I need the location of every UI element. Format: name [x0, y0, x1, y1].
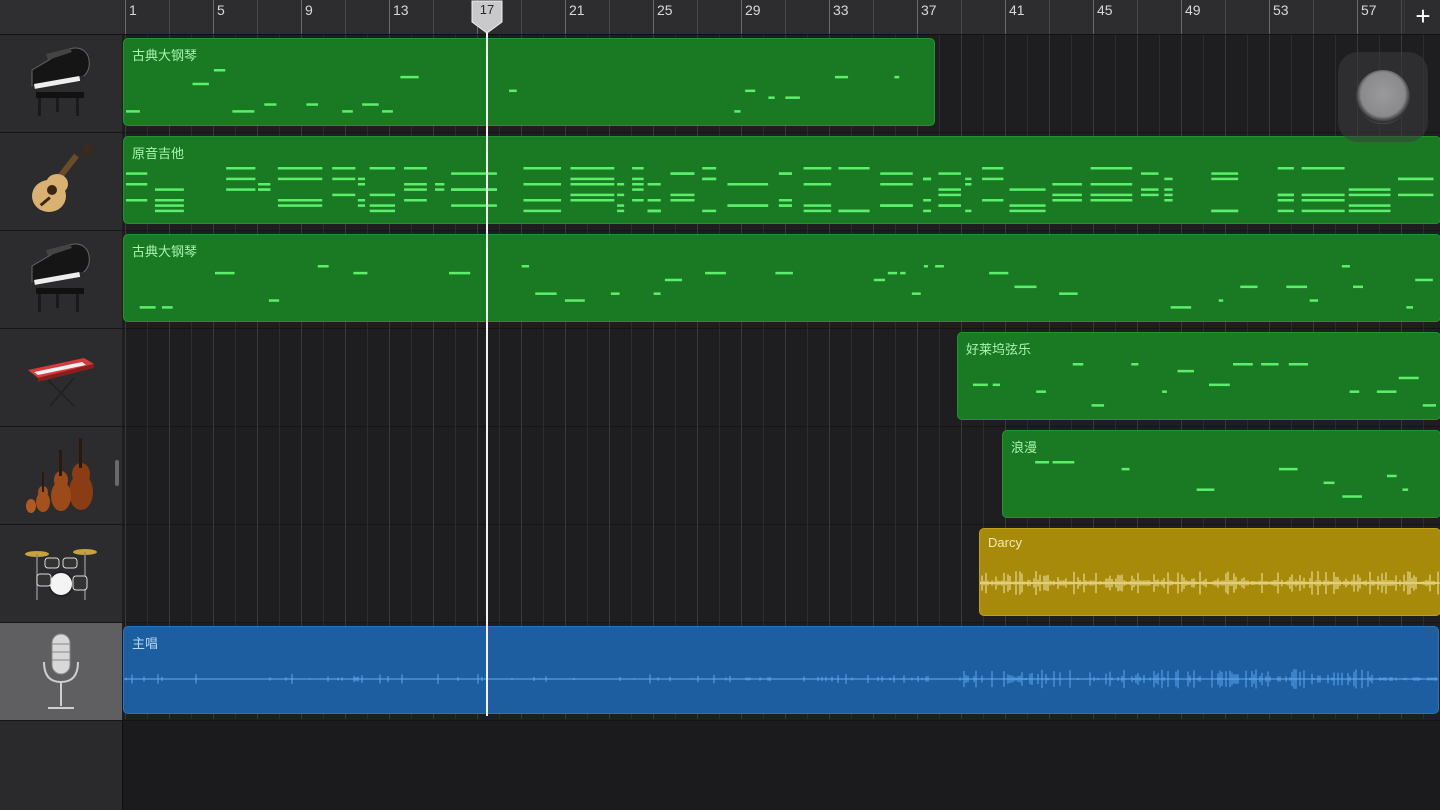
bar-number: 37 — [921, 2, 937, 18]
add-section-button[interactable]: + — [1404, 0, 1440, 34]
playhead-bar-label: 17 — [479, 2, 495, 17]
bar-number: 25 — [657, 2, 673, 18]
bar-tick — [389, 0, 390, 34]
bar-number: 45 — [1097, 2, 1113, 18]
bar-number: 57 — [1361, 2, 1377, 18]
region-track-3[interactable]: 古典大钢琴 — [123, 234, 1440, 322]
region-track-7[interactable]: 主唱 — [123, 626, 1439, 714]
bar-number: 33 — [833, 2, 849, 18]
audio-waveform — [124, 669, 1438, 689]
drum-kit-icon — [23, 544, 99, 604]
half-tick — [1401, 0, 1402, 34]
region-track-4[interactable]: 好莱坞弦乐 — [957, 332, 1440, 420]
track-header-1[interactable] — [0, 35, 122, 133]
bar-tick — [1093, 0, 1094, 34]
half-tick — [961, 0, 962, 34]
region-track-6[interactable]: Darcy — [979, 528, 1440, 616]
bar-tick — [829, 0, 830, 34]
bar-number: 53 — [1273, 2, 1289, 18]
half-tick — [609, 0, 610, 34]
half-tick — [785, 0, 786, 34]
track-headers — [0, 0, 123, 810]
playhead-line — [486, 18, 488, 716]
region-track-5[interactable]: 浪漫 — [1002, 430, 1440, 518]
region-name: 浪漫 — [1011, 440, 1038, 455]
headers-resize-handle[interactable] — [115, 460, 119, 486]
floating-control-button[interactable] — [1338, 52, 1428, 142]
garageband-tracks-view: 1 5 9 13 17 21 25 29 33 37 41 45 49 53 57 + 古典大钢琴 原音吉他… — [0, 0, 1440, 810]
track-lanes: 古典大钢琴 原音吉他 古典大钢琴 好莱坞弦乐 浪漫 Darcy 主唱 — [122, 35, 1440, 810]
bar-tick — [1005, 0, 1006, 34]
bar-tick — [565, 0, 566, 34]
headers-corner — [0, 0, 122, 35]
acoustic-guitar-icon — [23, 143, 99, 220]
bar-tick — [1269, 0, 1270, 34]
half-tick — [521, 0, 522, 34]
track-header-4[interactable] — [0, 329, 122, 427]
region-name: 原音吉他 — [132, 146, 185, 161]
bar-tick — [653, 0, 654, 34]
region-name: 主唱 — [132, 636, 159, 651]
half-tick — [1049, 0, 1050, 34]
track-header-2[interactable] — [0, 133, 122, 231]
half-tick — [697, 0, 698, 34]
half-tick — [1225, 0, 1226, 34]
track-header-7[interactable] — [0, 623, 122, 721]
track-header-3[interactable] — [0, 231, 122, 329]
midi-notes — [972, 363, 1436, 407]
region-name: Darcy — [988, 535, 1022, 550]
bar-number: 9 — [305, 2, 313, 18]
synth-keyboard-icon — [26, 348, 96, 408]
half-tick — [1313, 0, 1314, 34]
region-name: 古典大钢琴 — [132, 244, 198, 259]
track-header-6[interactable] — [0, 525, 122, 623]
timeline-ruler[interactable]: 1 5 9 13 17 21 25 29 33 37 41 45 49 53 57 — [122, 0, 1440, 35]
bar-tick — [125, 0, 126, 34]
half-tick — [1137, 0, 1138, 34]
midi-notes — [1035, 461, 1409, 498]
midi-notes — [139, 265, 1433, 309]
grand-piano-icon — [26, 242, 96, 318]
bar-number: 49 — [1185, 2, 1201, 18]
region-name: 古典大钢琴 — [132, 48, 198, 63]
track-header-5[interactable] — [0, 427, 122, 525]
region-name: 好莱坞弦乐 — [966, 342, 1032, 357]
bar-tick — [1357, 0, 1358, 34]
half-tick — [169, 0, 170, 34]
bar-tick — [1181, 0, 1182, 34]
half-tick — [433, 0, 434, 34]
half-tick — [873, 0, 874, 34]
playhead-handle[interactable]: 17 — [471, 0, 503, 34]
grand-piano-icon — [26, 46, 96, 122]
drummer-waveform — [980, 571, 1440, 595]
region-track-2[interactable]: 原音吉他 — [123, 136, 1440, 224]
half-tick — [345, 0, 346, 34]
midi-notes — [126, 167, 1434, 213]
string-ensemble-icon — [23, 436, 99, 516]
region-track-1[interactable]: 古典大钢琴 — [123, 38, 935, 126]
bar-tick — [301, 0, 302, 34]
half-tick — [257, 0, 258, 34]
bar-number: 21 — [569, 2, 585, 18]
bar-number: 13 — [393, 2, 409, 18]
bar-tick — [917, 0, 918, 34]
bar-tick — [213, 0, 214, 34]
bar-tick — [741, 0, 742, 34]
microphone-icon — [36, 632, 86, 712]
midi-notes — [126, 69, 900, 113]
bar-number: 5 — [217, 2, 225, 18]
bar-number: 41 — [1009, 2, 1025, 18]
knob-icon — [1356, 70, 1410, 124]
bar-number: 1 — [129, 2, 137, 18]
bar-number: 29 — [745, 2, 761, 18]
